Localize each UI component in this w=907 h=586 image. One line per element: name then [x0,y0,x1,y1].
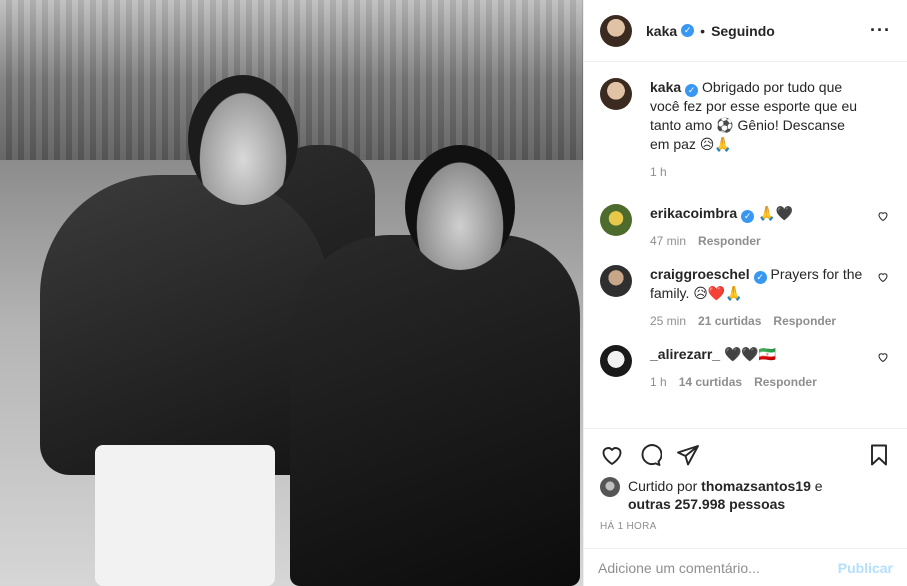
post-dialog: kaka ✓ • Seguindo ··· kaka ✓ Obrigado por… [0,0,907,586]
likes-middle: e [814,478,823,494]
comment-icon[interactable] [638,443,662,467]
comment-time[interactable]: 47 min [650,232,686,251]
more-options-icon[interactable]: ··· [870,20,891,41]
reply-button[interactable]: Responder [773,312,836,331]
comment-meta: 1 h 14 curtidas Responder [650,373,865,392]
verified-badge-icon: ✓ [753,271,767,284]
bookmark-icon[interactable] [867,443,891,467]
publish-button[interactable]: Publicar [838,560,893,576]
comment-time[interactable]: 1 h [650,373,667,392]
likes-text: Curtido por thomazsantos19 e outras 257.… [628,477,823,513]
post-time-ago[interactable]: HÁ 1 HORA [600,521,891,532]
post-side-panel: kaka ✓ • Seguindo ··· kaka ✓ Obrigado por… [583,0,907,586]
comment-input[interactable] [598,559,838,576]
likes-user-link[interactable]: thomazsantos19 [701,478,811,494]
avatar[interactable] [600,14,632,47]
comment-item: _alirezarr_ 🖤🖤🇮🇷 1 h 14 curtidas Respond… [600,345,891,392]
reply-button[interactable]: Responder [698,232,761,251]
header-username[interactable]: kaka [646,23,677,39]
avatar[interactable] [600,78,632,110]
comment-likes-count[interactable]: 14 curtidas [679,373,742,392]
comment-item: erikacoimbra ✓ 🙏🖤 47 min Responder [600,204,891,251]
add-comment-bar: Publicar [584,548,907,586]
avatar[interactable] [600,477,620,497]
avatar[interactable] [600,345,632,377]
reply-button[interactable]: Responder [754,373,817,392]
caption-username[interactable]: kaka [650,79,681,95]
comment-body: _alirezarr_ 🖤🖤🇮🇷 1 h 14 curtidas Respond… [650,345,891,392]
comment-likes-count[interactable]: 21 curtidas [698,312,761,331]
caption-time[interactable]: 1 h [650,163,667,182]
send-icon[interactable] [676,443,700,467]
comments-list[interactable]: kaka ✓ Obrigado por tudo que você fez por… [584,62,907,428]
action-icons [600,439,891,471]
comment-body: erikacoimbra ✓ 🙏🖤 47 min Responder [650,204,891,251]
comment-like-heart-icon[interactable] [877,271,889,283]
separator-dot: • [700,22,706,39]
avatar[interactable] [600,204,632,236]
post-actions: Curtido por thomazsantos19 e outras 257.… [584,428,907,532]
header-user: kaka ✓ • Seguindo [646,23,775,39]
comment-username[interactable]: _alirezarr_ [650,346,720,362]
comment-item: craiggroeschel ✓ Prayers for the family. … [600,265,891,331]
comment-time[interactable]: 25 min [650,312,686,331]
caption: kaka ✓ Obrigado por tudo que você fez por… [600,78,891,182]
verified-badge-icon: ✓ [685,84,699,97]
verified-badge-icon: ✓ [681,24,695,37]
comment-username[interactable]: craiggroeschel [650,266,750,282]
photo-figure-right [290,235,580,586]
comment-username[interactable]: erikacoimbra [650,205,737,221]
follow-status-button[interactable]: Seguindo [711,23,775,39]
likes-others-link[interactable]: outras 257.998 pessoas [628,496,785,512]
photo-figure-left-head [188,75,298,205]
comment-meta: 25 min 21 curtidas Responder [650,312,865,331]
comment-like-heart-icon[interactable] [877,210,889,222]
comment-text: 🙏🖤 [758,205,793,221]
comment-meta: 47 min Responder [650,232,865,251]
verified-badge-icon: ✓ [741,210,755,223]
avatar[interactable] [600,265,632,297]
comment-body: craiggroeschel ✓ Prayers for the family. … [650,265,891,331]
photo-figure-right-head [405,145,515,270]
caption-meta: 1 h [650,163,865,182]
post-header: kaka ✓ • Seguindo ··· [584,0,907,62]
post-photo[interactable] [0,0,583,586]
caption-body: kaka ✓ Obrigado por tudo que você fez por… [650,78,891,182]
photo-figure-left-shorts [95,445,275,586]
comment-like-heart-icon[interactable] [877,351,889,363]
heart-icon[interactable] [600,443,624,467]
likes-prefix: Curtido por [628,478,698,494]
likes-summary: Curtido por thomazsantos19 e outras 257.… [600,477,891,513]
comment-text: 🖤🖤🇮🇷 [723,346,777,362]
photo-figure-left [40,175,330,475]
